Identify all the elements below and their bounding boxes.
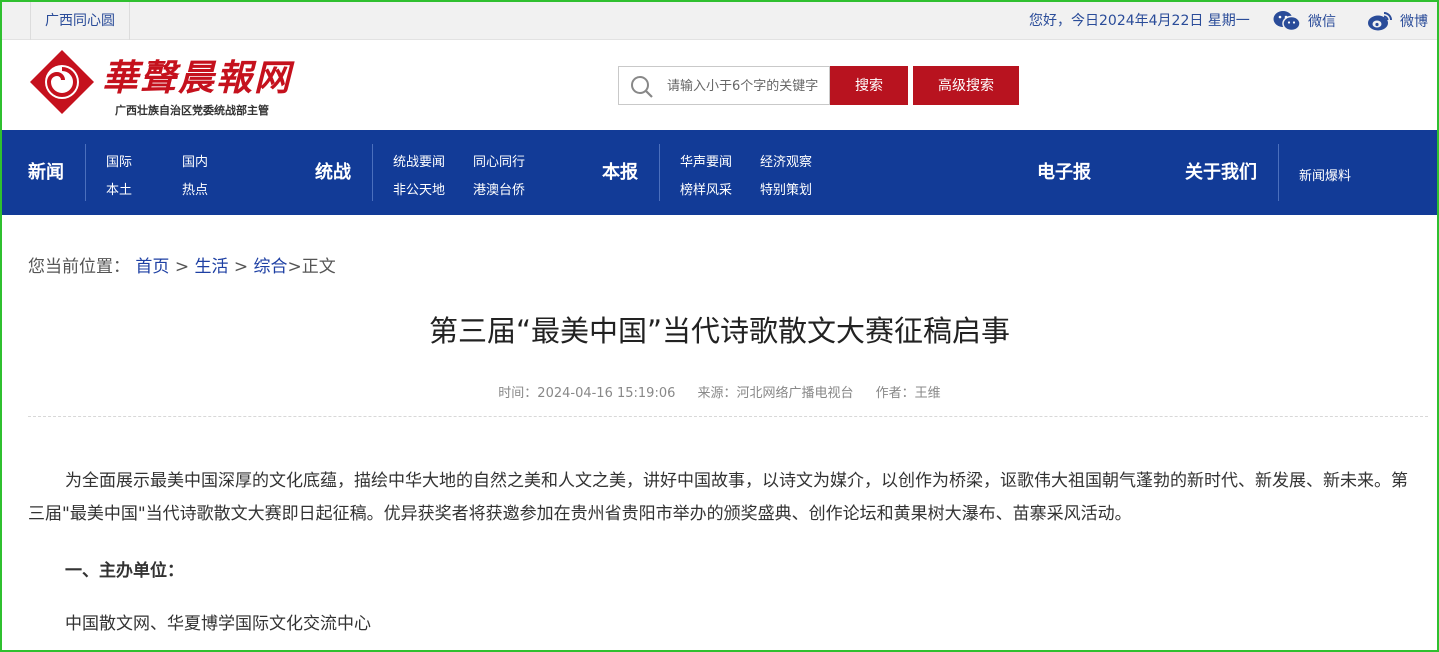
breadcrumb-current: 正文 <box>301 257 336 277</box>
wechat-link[interactable]: 微信 <box>1273 2 1336 40</box>
nav-paper-role-models[interactable]: 榜样风采 <box>680 179 732 198</box>
logo-emblem-icon <box>30 50 94 114</box>
search-button[interactable]: 搜索 <box>830 66 908 105</box>
date-greeting: 您好，今日2024年4月22日 星期一 <box>1029 13 1250 29</box>
weibo-link[interactable]: 微博 <box>1367 2 1428 40</box>
nav-news-domestic[interactable]: 国内 <box>182 151 208 170</box>
breadcrumb-life[interactable]: 生活 <box>194 257 228 277</box>
weibo-icon <box>1368 12 1392 31</box>
site-logo[interactable]: 華聲晨報网 广西壮族自治区党委统战部主管 <box>27 47 290 119</box>
top-bar: 广西同心圆 您好，今日2024年4月22日 星期一 微信 微博 <box>2 2 1437 40</box>
nav-paper-special[interactable]: 特别策划 <box>760 179 812 198</box>
divider-line <box>28 416 1428 417</box>
search-box <box>618 66 830 105</box>
article-time: 时间：2024-04-16 15:19:06 <box>498 386 676 401</box>
nav-news-international[interactable]: 国际 <box>106 151 132 170</box>
article-section-heading: 一、主办单位： <box>65 561 184 581</box>
breadcrumb-separator: > <box>233 257 249 277</box>
breadcrumb: 您当前位置： 首页 > 生活 > 综合>正文 <box>28 252 336 277</box>
article-paragraph: 为全面展示最美中国深厚的文化底蕴，描绘中华大地的自然之美和人文之美，讲好中国故事… <box>28 471 1408 524</box>
nav-news-tips[interactable]: 新闻爆料 <box>1299 165 1351 184</box>
nav-paper-headlines[interactable]: 华声要闻 <box>680 151 732 170</box>
site-link-tongxinyuan[interactable]: 广西同心圆 <box>30 2 130 40</box>
breadcrumb-prefix: 您当前位置： <box>28 257 130 277</box>
advanced-search-button[interactable]: 高级搜索 <box>913 66 1019 105</box>
nav-divider <box>659 144 660 201</box>
search-input[interactable] <box>667 75 823 97</box>
nav-news[interactable]: 新闻 <box>28 130 64 215</box>
nav-divider <box>1278 144 1279 201</box>
wechat-icon <box>1273 11 1301 32</box>
nav-divider <box>85 144 86 201</box>
breadcrumb-separator: > <box>287 257 302 277</box>
search-icon <box>631 76 653 98</box>
nav-paper[interactable]: 本报 <box>602 130 638 215</box>
logo-subtitle: 广西壮族自治区党委统战部主管 <box>115 104 269 117</box>
nav-uf-headlines[interactable]: 统战要闻 <box>393 151 445 170</box>
article-author: 作者：王维 <box>875 386 941 401</box>
nav-about-us[interactable]: 关于我们 <box>1185 130 1257 215</box>
weibo-label: 微博 <box>1400 14 1428 30</box>
nav-divider <box>372 144 373 201</box>
article-title: 第三届“最美中国”当代诗歌散文大赛征稿启事 <box>428 314 1011 348</box>
nav-epaper[interactable]: 电子报 <box>1037 130 1091 215</box>
nav-paper-economy[interactable]: 经济观察 <box>760 151 812 170</box>
nav-uf-private-sector[interactable]: 非公天地 <box>393 179 445 198</box>
nav-news-local[interactable]: 本土 <box>106 179 132 198</box>
article-paragraph: 中国散文网、华夏博学国际文化交流中心 <box>65 614 371 634</box>
breadcrumb-home[interactable]: 首页 <box>135 257 169 277</box>
nav-united-front[interactable]: 统战 <box>315 130 351 215</box>
article-meta: 时间：2024-04-16 15:19:06 来源：河北网络广播电视台 作者：王… <box>2 382 1437 401</box>
logo-title: 華聲晨報网 <box>102 57 293 99</box>
nav-news-hot[interactable]: 热点 <box>182 179 208 198</box>
breadcrumb-general[interactable]: 综合 <box>254 257 288 277</box>
nav-uf-hk-macao-taiwan[interactable]: 港澳台侨 <box>473 179 525 198</box>
wechat-label: 微信 <box>1308 14 1336 30</box>
article-source: 来源：河北网络广播电视台 <box>697 386 854 401</box>
main-nav: 新闻 国际 国内 本土 热点 统战 统战要闻 同心同行 非公天地 港澳台侨 本报… <box>2 130 1437 215</box>
nav-uf-together[interactable]: 同心同行 <box>473 151 525 170</box>
breadcrumb-separator: > <box>174 257 190 277</box>
